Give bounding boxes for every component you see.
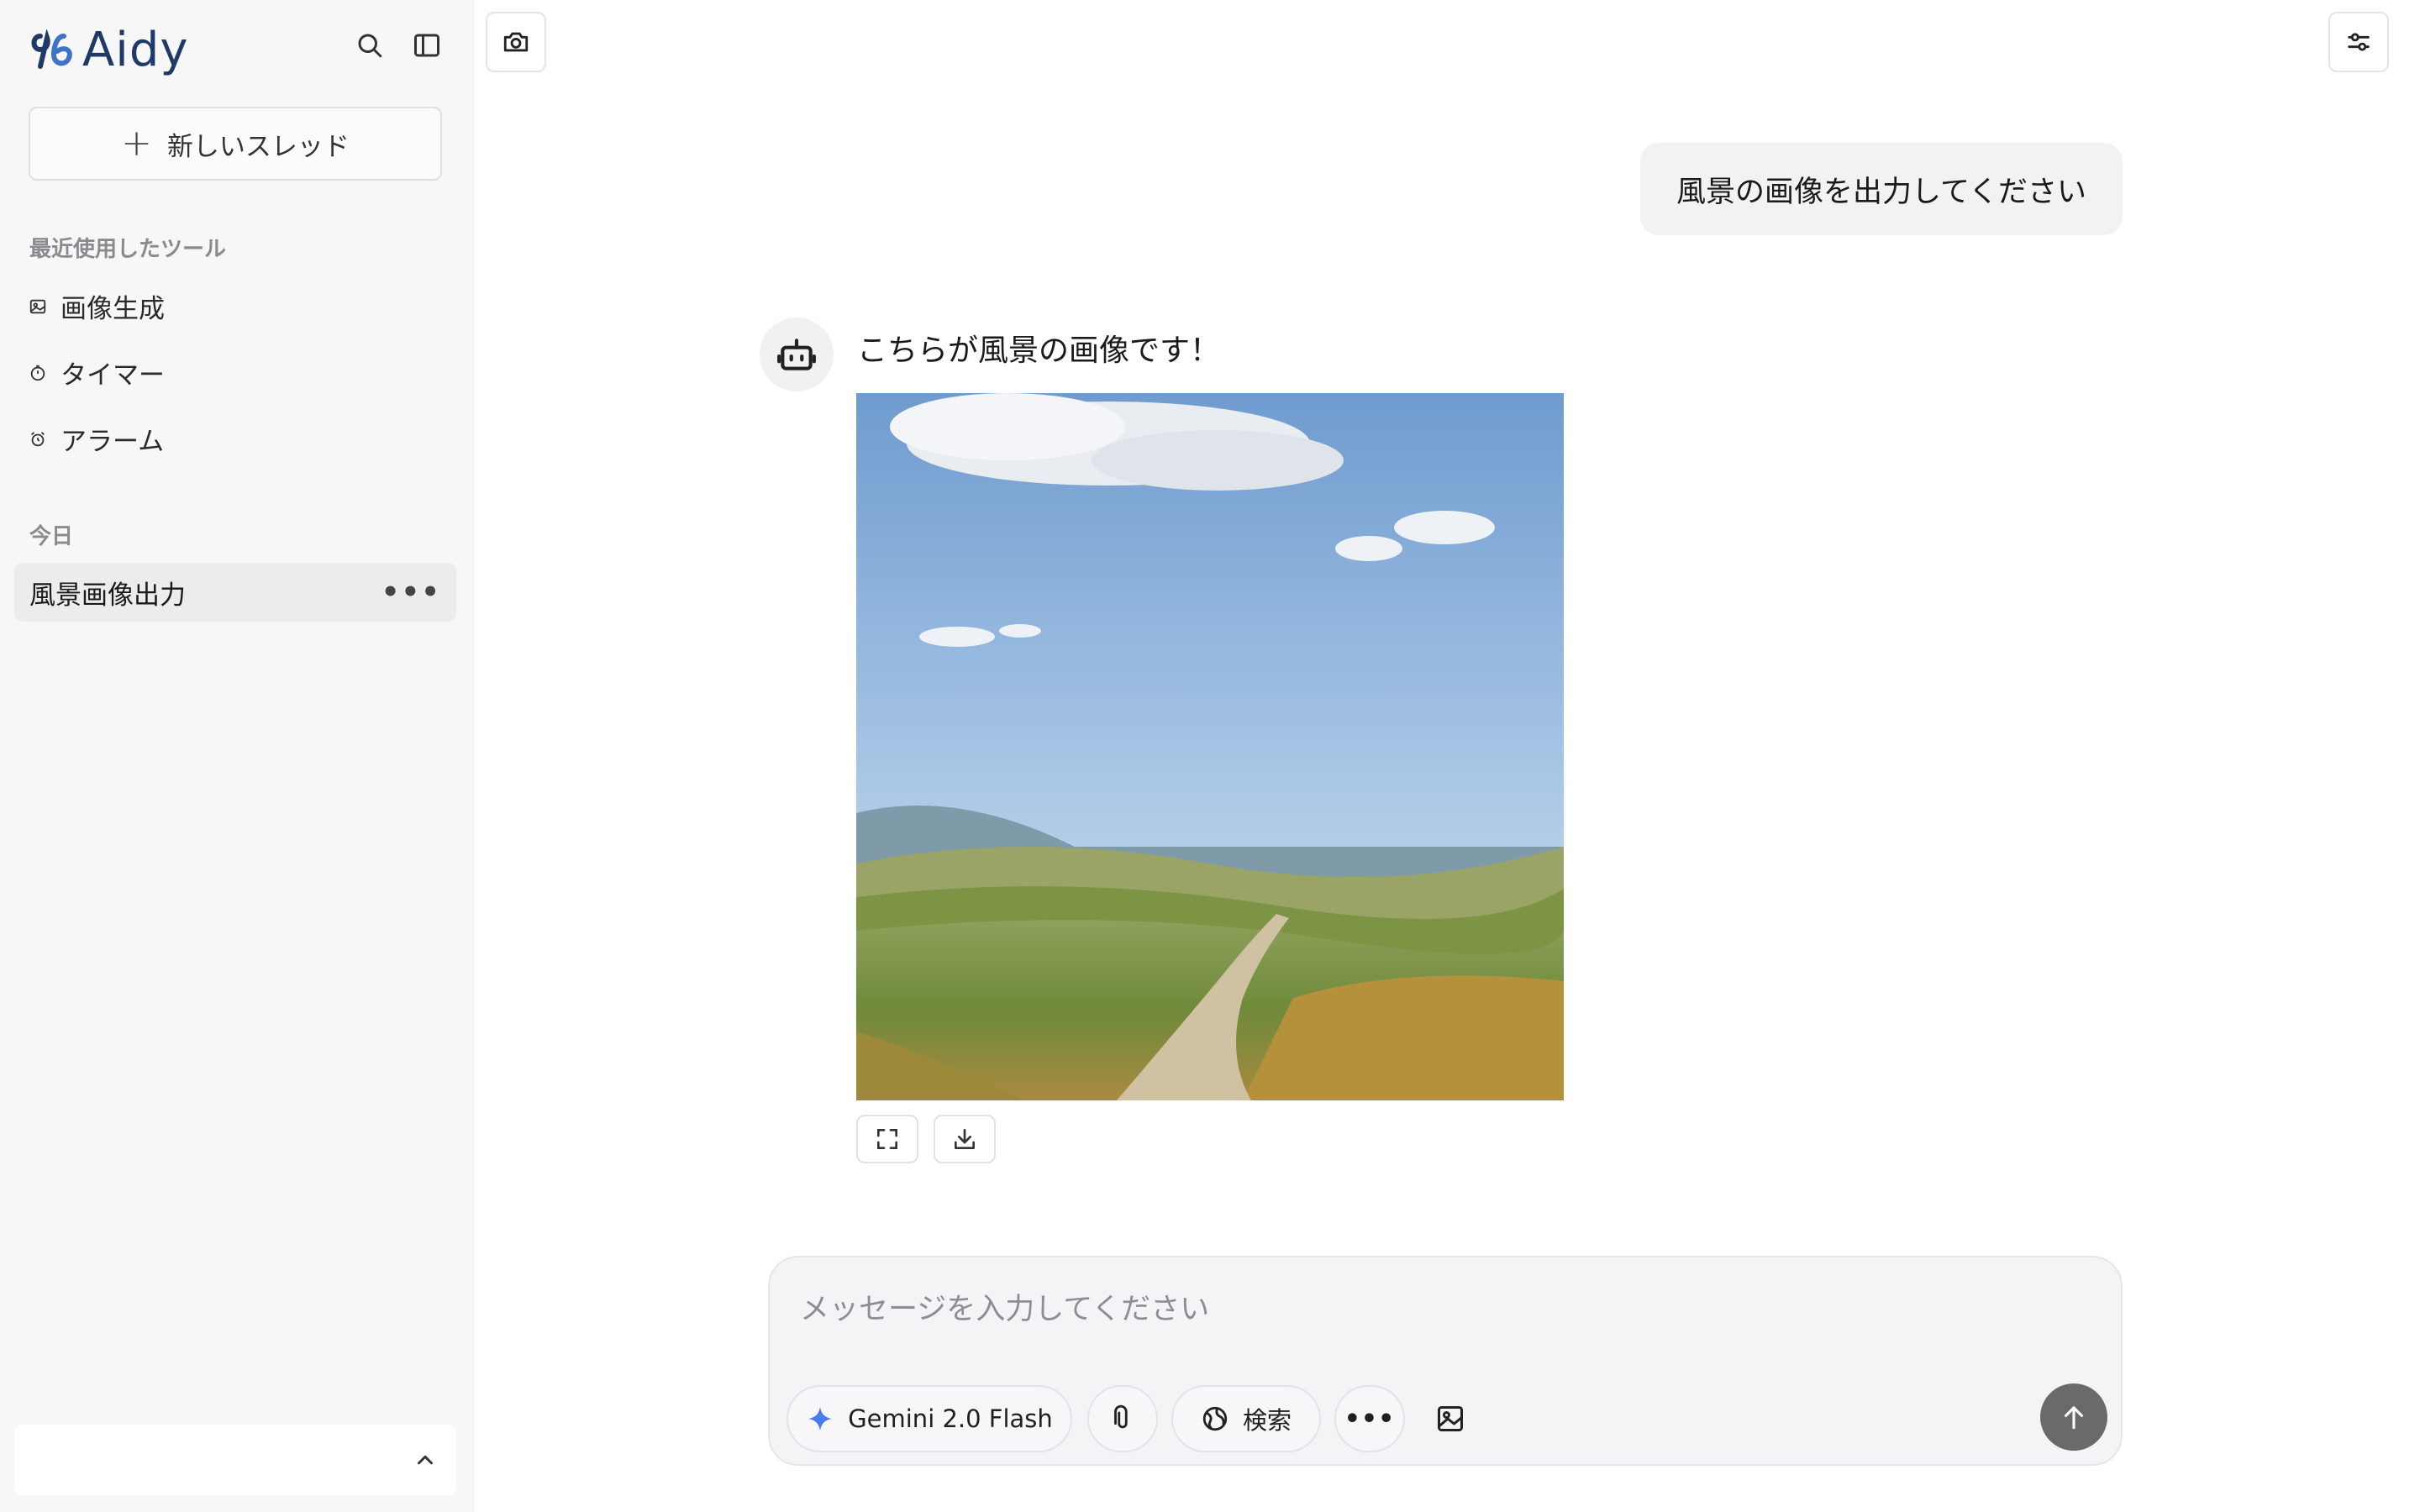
sliders-icon xyxy=(2348,33,2370,51)
more-options-icon: ••• xyxy=(1344,1404,1396,1434)
more-tools-button[interactable]: ••• xyxy=(1334,1385,1405,1452)
paperclip-icon xyxy=(1114,1404,1128,1429)
assistant-message: こちらが風景の画像です！ xyxy=(857,333,1221,368)
timer-icon xyxy=(30,365,45,381)
image-icon xyxy=(1438,1406,1463,1431)
landscape-image[interactable] xyxy=(856,393,1564,1100)
attach-button[interactable] xyxy=(1087,1385,1158,1452)
download-button[interactable] xyxy=(934,1115,996,1163)
landscape-illustration xyxy=(856,393,1564,1100)
search-toggle-label: 検索 xyxy=(1242,1406,1292,1435)
download-icon xyxy=(955,1129,975,1149)
today-heading: 今日 xyxy=(29,524,74,549)
tool-item-label: タイマー xyxy=(60,360,165,391)
app-name: Aidy xyxy=(82,23,189,77)
tool-item-alarm[interactable]: アラーム xyxy=(29,420,164,458)
alarm-icon xyxy=(31,431,45,446)
globe-icon xyxy=(1202,1406,1228,1431)
app-root: Aidy + 新しいスレッド 最近使用したツール 画像生成 タイマー アラーム … xyxy=(0,0,2420,1512)
app-logo[interactable]: Aidy xyxy=(29,25,189,76)
sparkle-icon xyxy=(808,1406,833,1431)
user-message: 風景の画像を出力してください xyxy=(1640,143,2123,235)
send-button[interactable] xyxy=(2040,1383,2107,1451)
arrow-up-icon xyxy=(2064,1406,2084,1430)
tool-item-label: アラーム xyxy=(60,427,165,457)
recent-tools-heading: 最近使用したツール xyxy=(29,237,227,262)
assistant-avatar xyxy=(760,318,834,391)
expand-icon xyxy=(877,1129,897,1149)
thread-item-label: 風景画像出力 xyxy=(29,580,186,611)
search-button[interactable] xyxy=(351,27,388,64)
sidebar: Aidy + 新しいスレッド 最近使用したツール 画像生成 タイマー アラーム … xyxy=(0,0,474,1512)
tool-item-label: 画像生成 xyxy=(60,294,165,324)
camera-icon xyxy=(503,32,529,52)
chevron-up-icon xyxy=(418,1455,433,1465)
settings-button[interactable] xyxy=(2328,12,2389,72)
model-label: Gemini 2.0 Flash xyxy=(848,1404,1053,1433)
account-menu[interactable] xyxy=(14,1425,456,1495)
sidebar-panel-icon xyxy=(414,34,439,57)
screenshot-button[interactable] xyxy=(486,12,546,72)
new-thread-label: 新しいスレッド xyxy=(166,131,350,162)
robot-icon xyxy=(777,339,816,370)
tool-item-timer[interactable]: タイマー xyxy=(29,354,165,391)
new-thread-button[interactable]: + 新しいスレッド xyxy=(29,107,442,181)
plus-icon: + xyxy=(121,122,152,165)
search-toggle-button[interactable]: 検索 xyxy=(1171,1385,1321,1452)
tool-item-image-generation[interactable]: 画像生成 xyxy=(29,287,165,325)
message-input[interactable] xyxy=(800,1288,1976,1331)
message-composer: Gemini 2.0 Flash 検索 ••• xyxy=(768,1256,2123,1466)
image-icon xyxy=(29,299,46,313)
search-icon xyxy=(358,34,382,58)
image-tool-button[interactable] xyxy=(1417,1385,1484,1452)
toggle-sidebar-button[interactable] xyxy=(408,27,445,64)
fullscreen-button[interactable] xyxy=(856,1115,918,1163)
thread-item[interactable]: 風景画像出力 ••• xyxy=(14,563,456,622)
model-selector[interactable]: Gemini 2.0 Flash xyxy=(786,1385,1072,1452)
aidy-logo-icon xyxy=(31,29,72,69)
more-options-icon[interactable]: ••• xyxy=(381,575,441,609)
